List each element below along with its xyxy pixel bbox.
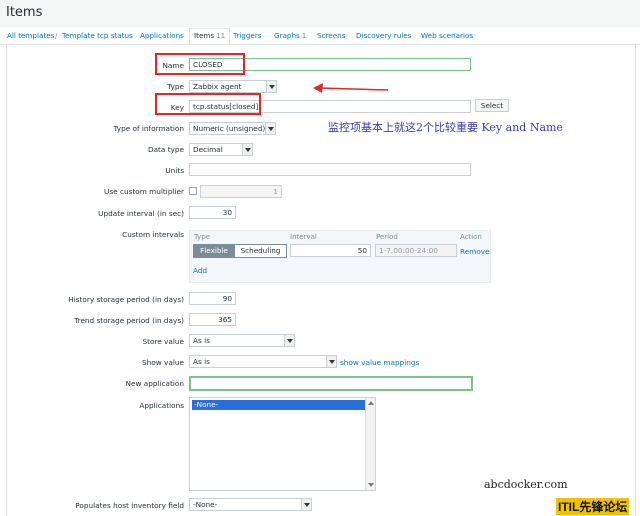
type-of-information-value: Numeric (unsigned) [193, 124, 266, 133]
chevron-down-icon [266, 81, 276, 92]
tab-graphs[interactable]: Graphs 1 [274, 31, 306, 40]
tab-items-label: Items [194, 31, 215, 40]
trend-input[interactable]: 365 [189, 313, 236, 326]
ci-header-type: Type [194, 233, 211, 241]
inventory-field-select[interactable]: -None- [189, 498, 312, 511]
custom-multiplier-input: 1 [200, 185, 282, 198]
key-highlight-box [155, 93, 261, 115]
type-of-information-select[interactable]: Numeric (unsigned) [189, 122, 276, 135]
tab-applications[interactable]: Applications [140, 31, 184, 40]
annotation-note: 监控项基本上就这2个比较重要 Key and Name [328, 121, 563, 134]
breadcrumb-template[interactable]: Template tcp status [62, 31, 133, 40]
units-input[interactable] [189, 163, 471, 176]
applications-option-none[interactable]: -None- [192, 400, 365, 410]
chevron-down-icon [242, 144, 252, 155]
ci-period-input[interactable]: 1-7,00:00-24:00 [375, 244, 457, 257]
ci-add-link[interactable]: Add [193, 266, 207, 275]
custom-multiplier-label: Use custom multiplier [104, 187, 184, 196]
show-value-mappings-link[interactable]: show value mappings [340, 358, 419, 367]
page-title: Items [6, 5, 43, 20]
trend-label: Trend storage period (in days) [74, 316, 184, 325]
scroll-up-icon[interactable] [368, 401, 374, 405]
annotation-arrow [313, 83, 389, 93]
key-select-button[interactable]: Select [475, 99, 509, 112]
tab-graphs-count: 1 [301, 31, 307, 40]
data-type-select[interactable]: Decimal [189, 143, 253, 156]
applications-listbox[interactable]: -None- [189, 397, 376, 491]
page-header: Items [0, 0, 640, 27]
chevron-down-icon [326, 356, 336, 367]
store-value-label: Store value [142, 337, 184, 346]
ci-header-action: Action [460, 233, 482, 241]
tab-triggers[interactable]: Triggers [233, 31, 262, 40]
units-label: Units [165, 166, 184, 175]
tab-web-scenarios[interactable]: Web scenarios [421, 31, 473, 40]
chevron-down-icon [284, 335, 294, 346]
ci-scheduling-toggle[interactable]: Scheduling [234, 244, 287, 258]
show-value-label: Show value [142, 358, 184, 367]
tab-items[interactable]: Items 11 [189, 28, 231, 44]
type-label: Type [167, 82, 184, 91]
show-value-select[interactable]: As is [189, 355, 337, 368]
custom-intervals-label: Custom intervals [122, 230, 184, 239]
history-input[interactable]: 90 [189, 292, 236, 305]
inventory-field-label: Populates host inventory field [75, 501, 184, 510]
inventory-field-value: -None- [193, 500, 218, 509]
new-application-label: New application [125, 379, 185, 388]
ci-remove-link[interactable]: Remove [460, 247, 490, 256]
store-value-select[interactable]: As is [189, 334, 295, 347]
applications-label: Applications [139, 401, 184, 410]
ci-interval-input[interactable]: 50 [290, 244, 371, 257]
tab-bar: All templates / Template tcp status Appl… [0, 27, 640, 45]
watermark-site: abcdocker.com [484, 478, 568, 491]
breadcrumb-separator: / [55, 31, 58, 40]
type-select[interactable]: Zabbix agent [189, 80, 277, 93]
type-select-value: Zabbix agent [193, 82, 242, 91]
tab-discovery-rules[interactable]: Discovery rules [356, 31, 411, 40]
chevron-down-icon [301, 499, 311, 510]
update-interval-input[interactable]: 30 [189, 206, 236, 219]
ci-header-period: Period [376, 233, 398, 241]
show-value-value: As is [193, 357, 210, 366]
custom-multiplier-checkbox[interactable] [189, 187, 197, 195]
data-type-value: Decimal [193, 145, 223, 154]
type-of-information-label: Type of information [113, 124, 184, 133]
tab-graphs-label: Graphs [274, 31, 300, 40]
new-application-input[interactable] [189, 376, 473, 391]
applications-scrollbar[interactable] [365, 398, 375, 490]
tab-items-count: 11 [216, 31, 226, 40]
data-type-label: Data type [147, 145, 184, 154]
store-value-value: As is [193, 336, 210, 345]
ci-header-interval: Interval [290, 233, 317, 241]
breadcrumb-all-templates[interactable]: All templates [7, 31, 54, 40]
watermark-forum: ITIL先锋论坛 [556, 498, 630, 515]
ci-flexible-toggle[interactable]: Flexible [193, 244, 235, 258]
name-highlight-box [155, 53, 245, 75]
chevron-down-icon [265, 123, 275, 134]
update-interval-label: Update interval (in sec) [98, 209, 184, 218]
history-label: History storage period (in days) [68, 295, 184, 304]
scroll-down-icon[interactable] [368, 483, 374, 487]
tab-screens[interactable]: Screens [317, 31, 345, 40]
